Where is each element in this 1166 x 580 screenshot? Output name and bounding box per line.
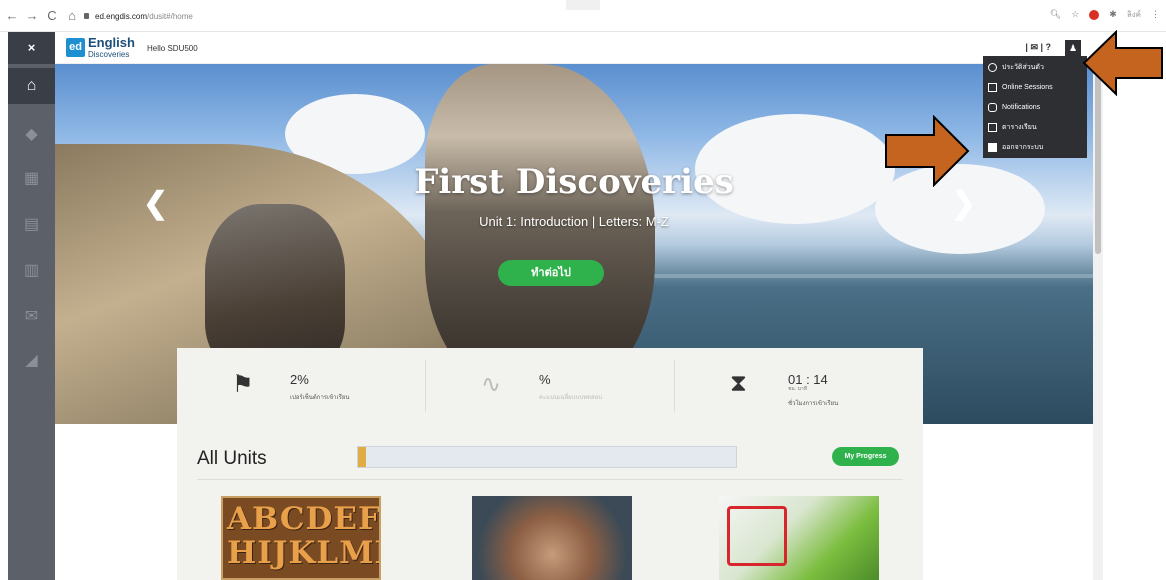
time-units: ชม. นาที <box>788 386 807 392</box>
home-button[interactable]: ⌂ <box>64 8 80 23</box>
forward-button[interactable]: → <box>24 8 40 23</box>
pulse-icon: ∿ <box>481 371 502 398</box>
chevron-left-icon[interactable]: ❮ <box>143 186 168 221</box>
gradebook-icon[interactable]: ▥ <box>8 252 55 288</box>
reload-button[interactable]: C <box>44 8 60 23</box>
logout-icon <box>988 142 997 152</box>
unit-thumbnail-alphabet[interactable]: ABCDEFGHIJKLMN <box>221 496 381 580</box>
stat-label: คะแนนเฉลี่ยแบบทดสอบ <box>539 395 603 401</box>
url-host: ed.engdis.com <box>95 11 148 21</box>
stat-test-average: ∿ % คะแนนเฉลี่ยแบบทดสอบ <box>426 360 675 412</box>
browser-menu-icon[interactable]: ⋮ <box>1151 9 1160 20</box>
annotation-arrow-left-icon <box>1082 30 1163 96</box>
unit-thumbnail-hands[interactable] <box>472 496 632 580</box>
progress-fill <box>358 447 366 467</box>
stat-label: เปอร์เซ็นต์การเข้าเรียน <box>290 395 350 401</box>
units-panel: All Units My Progress ABCDEFGHIJKLMN <box>177 424 923 580</box>
calendar-icon <box>988 122 997 132</box>
profile-icon <box>988 62 997 72</box>
url-path: /dusit#/home <box>147 11 193 21</box>
logo-title: English <box>88 35 135 50</box>
stat-value: % <box>539 372 551 387</box>
scrollbar[interactable] <box>1093 64 1103 580</box>
menu-item-profile[interactable]: ประวัติส่วนตัว <box>983 57 1087 77</box>
lock-icon <box>84 13 89 19</box>
scrollbar-thumb[interactable] <box>1095 74 1101 254</box>
unit-thumbnail-shopping[interactable] <box>719 496 879 580</box>
menu-item-label: ออกจากระบบ <box>1002 143 1044 151</box>
menu-item-notifications[interactable]: Notifications <box>983 97 1087 117</box>
hourglass-icon: ⧗ <box>730 370 747 397</box>
units-progress-bar <box>357 446 737 468</box>
menu-item-calendar[interactable]: ตารางเรียน <box>983 117 1087 137</box>
app-sidebar: × ⌂ ◆ ▦ ▤ ▥ ✉ ◢ <box>8 32 55 580</box>
menu-item-label: ประวัติส่วนตัว <box>1002 63 1044 71</box>
alphabet-blocks-image: ABCDEFGHIJKLMN <box>227 501 381 571</box>
stat-attendance: ⚑ 2% เปอร์เซ็นต์การเข้าเรียน <box>177 360 426 412</box>
browser-right-icons: 🔍︎ ☆ ✱ ลิงค์ ⋮ <box>1050 8 1160 21</box>
menu-item-logout[interactable]: ออกจากระบบ <box>983 137 1087 157</box>
menu-item-label: Notifications <box>1002 103 1041 111</box>
header-icons[interactable]: | ✉ | ? <box>1025 42 1051 53</box>
logo-subtitle: Discoveries <box>88 50 130 59</box>
chevron-right-icon[interactable]: ❯ <box>951 186 976 221</box>
extension-icon[interactable] <box>1089 9 1100 20</box>
mail-icon[interactable]: ✉ <box>8 298 55 334</box>
divider <box>197 479 903 480</box>
units-title: All Units <box>197 448 267 469</box>
close-icon[interactable]: × <box>8 32 55 64</box>
home-icon[interactable]: ⌂ <box>8 68 55 104</box>
tab-strip-gap <box>566 0 600 10</box>
cart-image <box>727 506 787 566</box>
greeting: Hello SDU500 <box>147 44 198 53</box>
stat-value: 2% <box>290 372 309 387</box>
app-header: ed English Discoveries Hello SDU500 | ✉ … <box>55 32 1091 64</box>
stats-card: ⚑ 2% เปอร์เซ็นต์การเข้าเรียน ∿ % คะแนนเฉ… <box>177 348 923 424</box>
course-subtitle: Unit 1: Introduction | Letters: M-Z <box>479 214 669 229</box>
profile-label[interactable]: ลิงค์ <box>1127 8 1141 21</box>
graduation-cap-icon[interactable]: ◆ <box>8 116 55 152</box>
back-button[interactable]: ← <box>4 8 20 23</box>
browser-toolbar: ← → C ⌂ ed.engdis.com/dusit#/home 🔍︎ ☆ ✱… <box>0 0 1166 32</box>
continue-button[interactable]: ทำต่อไป <box>498 260 604 286</box>
flag-icon: ⚑ <box>232 371 254 398</box>
community-icon[interactable]: ▦ <box>8 160 55 196</box>
address-bar[interactable]: ed.engdis.com/dusit#/home <box>84 8 564 24</box>
user-dropdown-menu: ประวัติส่วนตัว Online Sessions Notificat… <box>983 56 1087 158</box>
puzzle-icon[interactable]: ✱ <box>1109 9 1117 20</box>
online-sessions-icon <box>988 82 997 92</box>
clipboard-icon[interactable]: ▤ <box>8 206 55 242</box>
menu-item-label: ตารางเรียน <box>1002 123 1037 131</box>
hiker-front-shoe <box>425 64 655 394</box>
logo-mark[interactable]: ed <box>66 38 85 57</box>
menu-item-label: Online Sessions <box>1002 83 1053 91</box>
star-icon[interactable]: ☆ <box>1071 9 1079 20</box>
book-icon[interactable]: ◢ <box>8 342 55 378</box>
stat-hours: ⧗ 01 : 14 ชม. นาที ชั่วโมงการเข้าเรียน <box>675 360 923 412</box>
annotation-arrow-right-icon <box>885 115 970 187</box>
notifications-icon <box>988 102 997 112</box>
my-progress-button[interactable]: My Progress <box>832 447 899 466</box>
stat-label: ชั่วโมงการเข้าเรียน <box>788 401 839 407</box>
search-icon[interactable]: 🔍︎ <box>1050 9 1061 20</box>
user-icon[interactable]: ♟ <box>1065 40 1081 56</box>
menu-item-online-sessions[interactable]: Online Sessions <box>983 77 1087 97</box>
